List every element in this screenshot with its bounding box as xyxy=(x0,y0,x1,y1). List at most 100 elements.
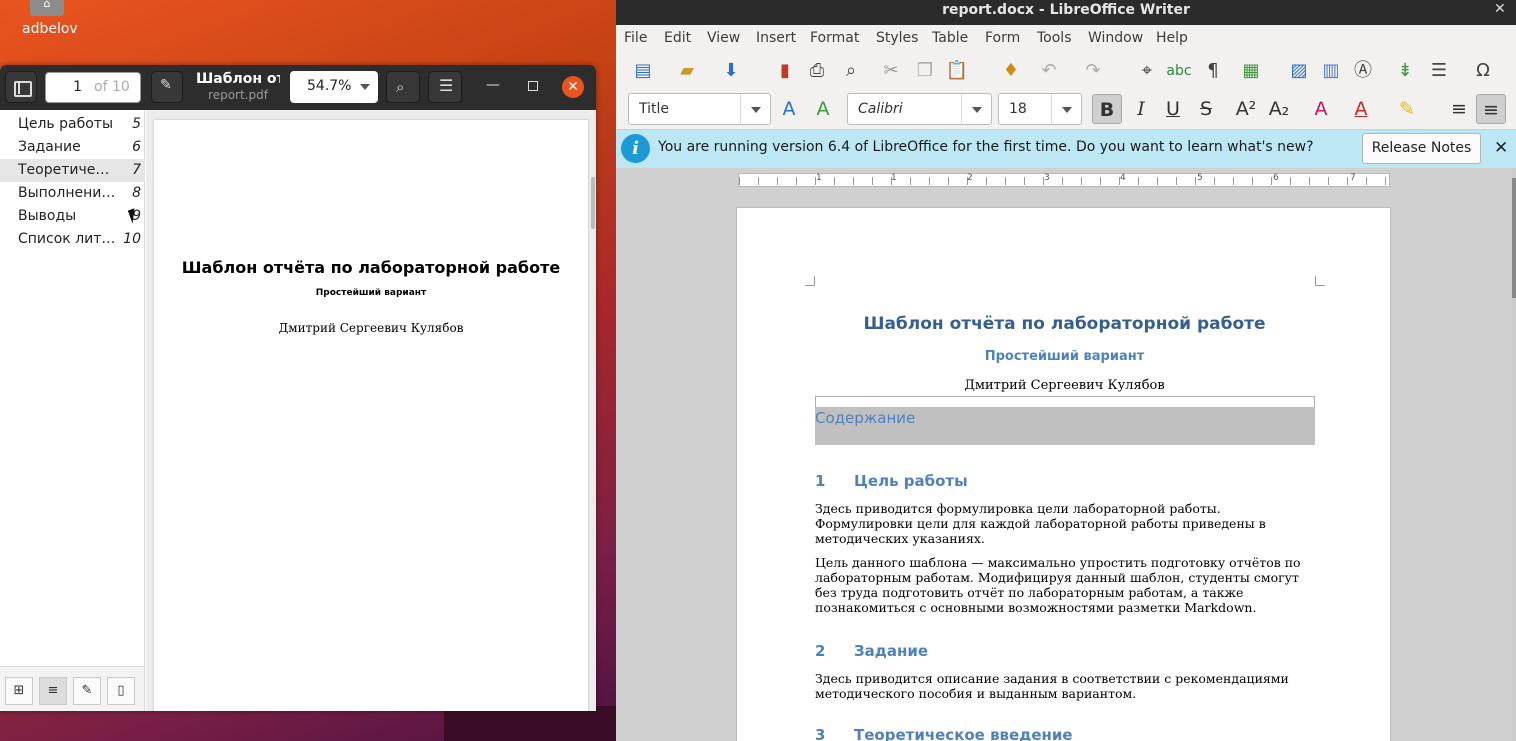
open-folder-icon[interactable]: ▰ xyxy=(674,58,700,84)
menu-edit[interactable]: Edit xyxy=(664,30,691,46)
window-title: report.docx - LibreOffice Writer xyxy=(942,2,1190,18)
outline-sidebar: Цель работы 5 Задание 6 Теоретическое вв… xyxy=(0,110,145,666)
current-page-number[interactable]: 1 xyxy=(50,79,82,95)
undo-icon[interactable]: ↶ xyxy=(1036,58,1062,84)
minimize-button[interactable]: — xyxy=(486,77,500,93)
pdf-author: Дмитрий Сергеевич Кулябов xyxy=(278,321,464,335)
table-of-contents[interactable]: Содержание xyxy=(815,407,1315,445)
pdf-title: Шаблон отчёта по лабораторной работе xyxy=(181,258,561,277)
menu-form[interactable]: Form xyxy=(985,30,1020,46)
menu-button[interactable]: ☰ xyxy=(428,71,462,103)
body-paragraph: Здесь приводится описание задания в соот… xyxy=(815,671,1289,701)
scrollbar-thumb[interactable] xyxy=(1512,178,1516,298)
viewer-file-name: report.pdf xyxy=(208,88,268,102)
outline-item[interactable]: Цель работы 5 xyxy=(0,113,145,136)
search-icon: ⌕ xyxy=(396,78,405,96)
formatting-marks-icon[interactable]: ¶ xyxy=(1200,58,1226,84)
menu-help[interactable]: Help xyxy=(1156,30,1188,46)
chevron-down-icon xyxy=(1051,94,1081,124)
home-folder-icon[interactable]: ⌂ xyxy=(30,0,64,16)
annotations-icon[interactable]: ✎ xyxy=(73,677,101,705)
outline-list-icon[interactable]: ≡ xyxy=(39,677,67,705)
insert-chart-icon[interactable]: ▥ xyxy=(1318,58,1344,84)
bold-button[interactable]: B xyxy=(1092,94,1122,124)
menu-bar: File Edit View Insert Format Styles Tabl… xyxy=(616,25,1516,52)
save-icon[interactable]: ⬇ xyxy=(718,58,744,84)
pdf-subtitle: Простейший вариант xyxy=(315,288,427,298)
page-number-entry[interactable]: 1 of 10 xyxy=(45,72,141,103)
font-size-select[interactable]: 18 xyxy=(998,93,1082,125)
insert-image-icon[interactable]: ▨ xyxy=(1286,58,1312,84)
release-notes-button[interactable]: Release Notes xyxy=(1362,133,1481,164)
print-preview-icon[interactable]: ⌕ xyxy=(838,58,864,84)
menu-format[interactable]: Format xyxy=(810,30,859,46)
menu-insert[interactable]: Insert xyxy=(756,30,796,46)
export-pdf-icon[interactable]: ▮ xyxy=(772,58,798,84)
underline-button[interactable]: U xyxy=(1158,94,1188,124)
menu-styles[interactable]: Styles xyxy=(876,30,918,46)
toc-title: Содержание xyxy=(815,409,916,427)
update-style-icon[interactable]: A xyxy=(774,94,804,124)
align-center-button[interactable]: ≡ xyxy=(1476,94,1506,124)
menu-table[interactable]: Table xyxy=(932,30,968,46)
special-character-icon[interactable]: Ω xyxy=(1470,58,1496,84)
new-style-icon[interactable]: A xyxy=(808,94,838,124)
section-heading: 2 Задание xyxy=(815,642,929,660)
italic-button[interactable]: I xyxy=(1126,94,1156,124)
menu-window[interactable]: Window xyxy=(1088,30,1143,46)
document-subtitle: Простейший вариант xyxy=(984,349,1145,364)
outline-item[interactable]: Выводы 9 xyxy=(0,205,145,228)
window-close-button[interactable]: ✕ xyxy=(1494,1,1508,19)
annotation-button[interactable]: ✎ xyxy=(151,71,183,103)
subscript-button[interactable]: A₂ xyxy=(1264,94,1294,124)
insert-page-break-icon[interactable]: ⇟ xyxy=(1392,58,1418,84)
maximize-button[interactable] xyxy=(528,81,538,91)
highlight-color-button[interactable]: ✎ xyxy=(1392,94,1422,124)
paste-icon[interactable]: 📋 xyxy=(944,58,970,84)
home-folder-label[interactable]: adbelov xyxy=(22,21,78,37)
insert-table-icon[interactable]: ▦ xyxy=(1238,58,1264,84)
outline-item[interactable]: Задание 6 xyxy=(0,136,145,159)
superscript-button[interactable]: A² xyxy=(1231,94,1261,124)
outline-item[interactable]: Список литературы 10 xyxy=(0,228,145,251)
insert-textbox-icon[interactable]: Ⓐ xyxy=(1350,58,1376,84)
pdf-page: Шаблон отчёта по лабораторной работе Про… xyxy=(154,120,588,711)
vertical-scrollbar[interactable] xyxy=(1512,168,1516,741)
print-icon[interactable]: ⎙ xyxy=(804,58,830,84)
insert-field-icon[interactable]: ☰ xyxy=(1426,58,1452,84)
writer-titlebar: report.docx - LibreOffice Writer ✕ xyxy=(616,0,1516,25)
font-color-button[interactable]: A xyxy=(1346,94,1376,124)
align-left-button[interactable]: ≡ xyxy=(1444,94,1474,124)
clear-formatting-icon[interactable]: A xyxy=(1306,94,1336,124)
horizontal-ruler[interactable]: 1 1 2 3 4 5 6 7 xyxy=(738,173,1391,187)
clone-formatting-icon[interactable]: ♦ xyxy=(998,58,1024,84)
bookmarks-icon[interactable]: ▯ xyxy=(107,677,135,705)
pdf-view-area[interactable]: Шаблон отчёта по лабораторной работе Про… xyxy=(146,110,596,711)
strikethrough-button[interactable]: S xyxy=(1191,94,1221,124)
font-name-select[interactable]: Calibri xyxy=(847,93,992,125)
copy-icon[interactable]: ❐ xyxy=(912,58,938,84)
info-bar-close-icon[interactable]: ✕ xyxy=(1494,138,1508,158)
spelling-icon[interactable]: abc xyxy=(1166,58,1192,84)
zoom-select[interactable]: 54.7% xyxy=(290,71,378,103)
outline-item[interactable]: Выполнение лабораторной работы 8 xyxy=(0,182,145,205)
toc-frame xyxy=(815,396,1315,407)
vertical-scrollbar[interactable] xyxy=(591,177,595,229)
paragraph-style-select[interactable]: Title xyxy=(628,93,771,125)
document-page[interactable]: Шаблон отчёта по лабораторной работе Про… xyxy=(736,207,1391,741)
menu-tools[interactable]: Tools xyxy=(1037,30,1072,46)
menu-view[interactable]: View xyxy=(707,30,740,46)
close-button[interactable]: ✕ xyxy=(562,76,584,98)
new-document-icon[interactable]: ▤ xyxy=(630,58,656,84)
cut-icon[interactable]: ✂ xyxy=(878,58,904,84)
outline-item-selected[interactable]: Теоретическое введение 7 xyxy=(0,159,145,182)
body-paragraph: Здесь приводится формулировка цели лабор… xyxy=(815,501,1266,546)
search-button[interactable]: ⌕ xyxy=(386,71,420,103)
sidebar-toggle-button[interactable] xyxy=(5,71,37,103)
viewer-headerbar: 1 of 10 ✎ Шаблон отчёта по лабораторной … xyxy=(0,65,596,110)
thumbnails-grid-icon[interactable]: ⊞ xyxy=(5,677,33,705)
redo-icon[interactable]: ↷ xyxy=(1080,58,1106,84)
menu-file[interactable]: File xyxy=(624,30,647,46)
document-area[interactable]: 1 1 2 3 4 5 6 7 Шаблон отчёта по лаборат… xyxy=(616,168,1516,741)
find-replace-icon[interactable]: ⌖ xyxy=(1134,58,1160,84)
